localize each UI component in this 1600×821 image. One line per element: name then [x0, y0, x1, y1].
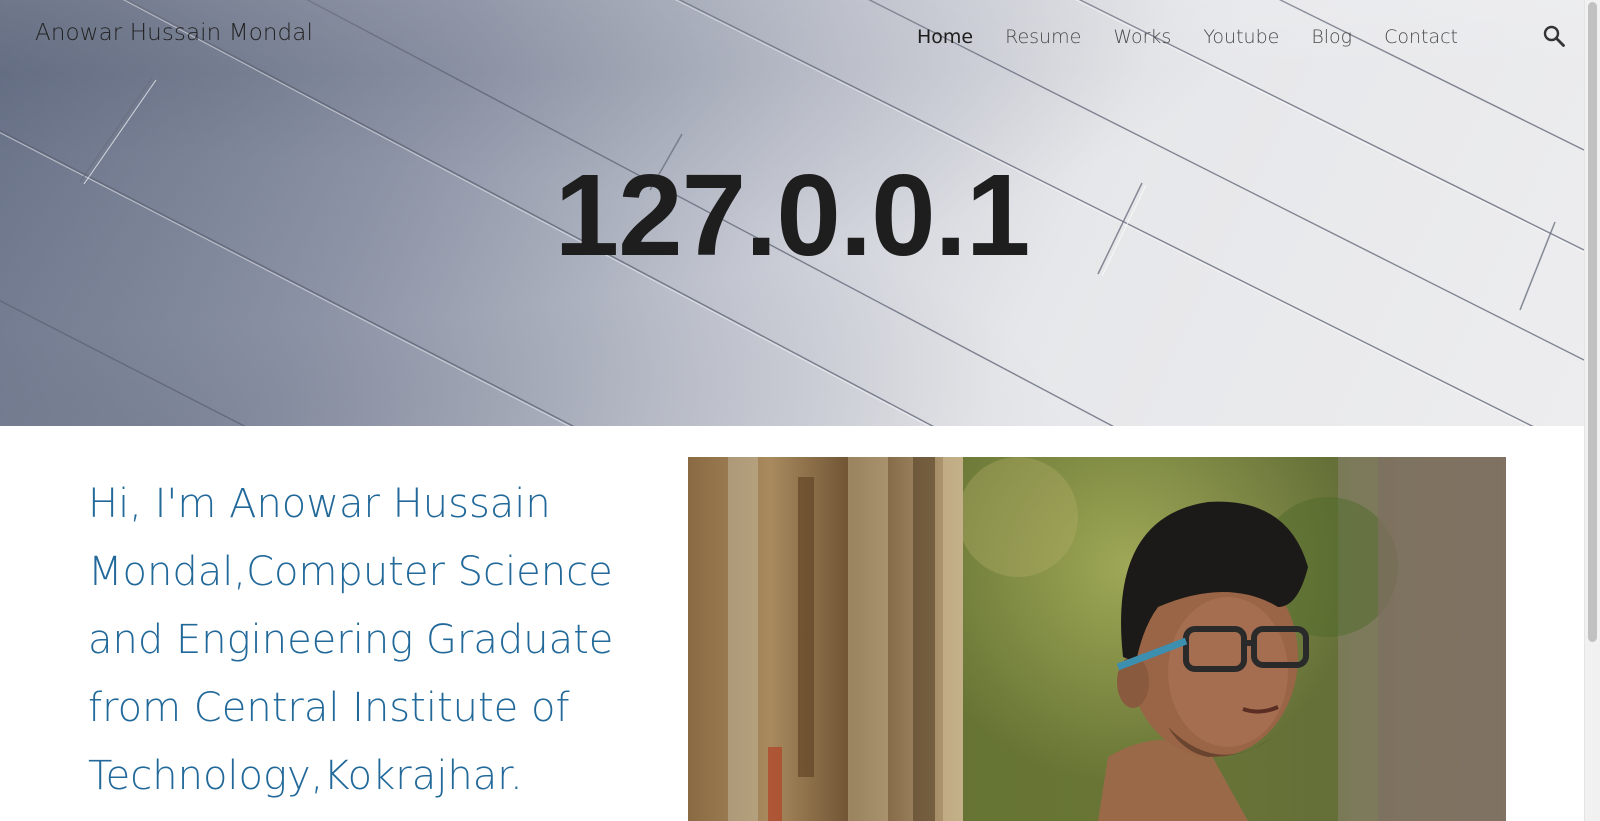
profile-photo-graphic — [688, 457, 1506, 821]
hero-banner: Anowar Hussain Mondal Home Resume Works … — [0, 0, 1584, 426]
main-nav: Home Resume Works Youtube Blog Contact — [917, 22, 1458, 52]
nav-item-works[interactable]: Works — [1113, 26, 1171, 48]
hero-title: 127.0.0.1 — [554, 150, 1031, 280]
intro-text: Hi, I'm Anowar Hussain Mondal,Computer S… — [88, 481, 614, 799]
site-title[interactable]: Anowar Hussain Mondal — [35, 20, 313, 46]
search-icon — [1543, 25, 1565, 47]
nav-item-youtube[interactable]: Youtube — [1203, 26, 1279, 48]
page-scrollbar[interactable] — [1584, 0, 1600, 821]
nav-item-contact[interactable]: Contact — [1384, 26, 1458, 48]
nav-item-blog[interactable]: Blog — [1311, 26, 1352, 48]
scrollbar-thumb[interactable] — [1588, 2, 1597, 642]
profile-photo — [688, 457, 1506, 821]
nav-item-home[interactable]: Home — [917, 26, 973, 48]
search-button[interactable] — [1540, 22, 1568, 50]
nav-item-resume[interactable]: Resume — [1005, 26, 1081, 48]
